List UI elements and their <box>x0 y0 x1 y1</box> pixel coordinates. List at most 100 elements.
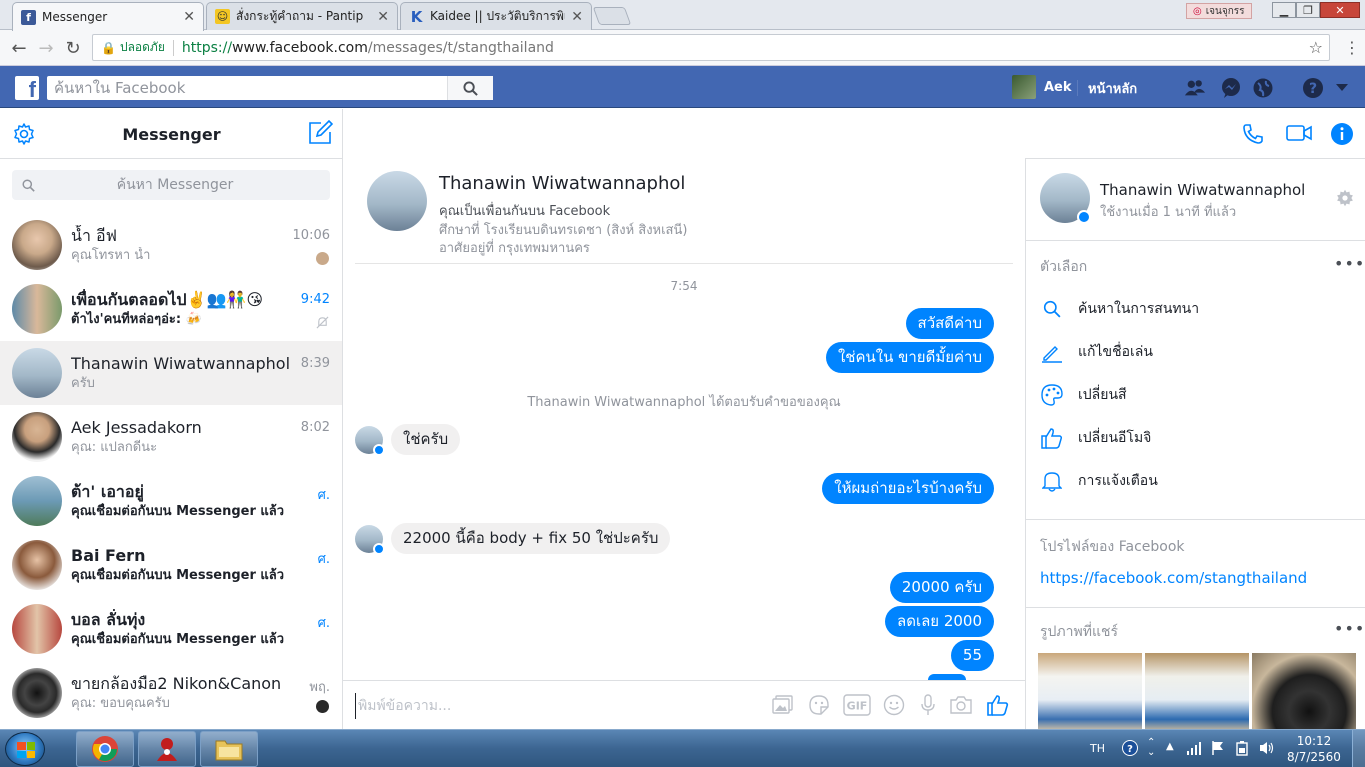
message-input[interactable] <box>355 693 755 719</box>
settings-gear-icon[interactable] <box>1336 189 1354 211</box>
reload-button[interactable]: ↻ <box>62 37 84 59</box>
battery-icon[interactable] <box>1235 740 1249 760</box>
shared-photo[interactable] <box>1145 653 1249 729</box>
conversation-item[interactable]: ขายกล้องมือ2 Nikon&Canon คุณ: ขอบคุณครับ … <box>0 661 342 725</box>
new-tab-button[interactable] <box>592 7 632 25</box>
browser-menu-icon[interactable]: ⋮ <box>1344 38 1360 57</box>
close-icon[interactable]: ✕ <box>183 9 195 25</box>
messenger-icon[interactable] <box>1220 77 1242 99</box>
message-bubble[interactable]: 20000 ครับ <box>889 572 994 603</box>
shared-photo[interactable] <box>1038 653 1142 729</box>
option-edit-nicknames[interactable]: แก้ไขชื่อเล่น <box>1040 340 1153 364</box>
help-icon[interactable]: ? <box>1122 740 1138 760</box>
tab-kaidee[interactable]: K Kaidee || ประวัติบริการพิเศษ ✕ <box>400 2 592 30</box>
video-call-icon[interactable] <box>1285 122 1313 148</box>
network-icon[interactable] <box>1186 741 1202 759</box>
details-name[interactable]: Thanawin Wiwatwannaphol <box>1100 181 1305 199</box>
tab-pantip[interactable]: ☺ สั่งกระทู้คำถาม - Pantip ✕ <box>206 2 398 30</box>
sticker-icon[interactable] <box>807 693 831 717</box>
conversation-item[interactable]: น้ำ อีฟ คุณโทรหา น้ำ 10:06 <box>0 213 342 277</box>
option-change-emoji[interactable]: เปลี่ยนอีโมจิ <box>1040 426 1151 450</box>
minimize-button[interactable]: ▁ <box>1272 2 1296 18</box>
restore-button[interactable]: ❐ <box>1296 2 1320 18</box>
microphone-icon[interactable] <box>916 693 940 717</box>
info-icon[interactable] <box>1330 122 1354 150</box>
profile-link[interactable]: Aek <box>1012 75 1072 99</box>
clock-time: 10:12 <box>1296 734 1332 748</box>
browser-toolbar: ← → ↻ 🔒 ปลอดภัย https:// www.facebook.co… <box>0 30 1365 66</box>
conversation-item[interactable]: Thanawin Wiwatwannaphol ครับ 8:39 <box>0 341 342 405</box>
avatar <box>12 220 62 270</box>
volume-icon[interactable] <box>1259 740 1275 760</box>
clock[interactable]: 10:12 8/7/2560 <box>1284 733 1344 765</box>
messenger-search-input[interactable] <box>35 177 315 193</box>
camera-icon[interactable] <box>949 693 973 717</box>
profile-chip[interactable]: ◎ เจนจุกรร <box>1186 3 1252 19</box>
taskbar-explorer[interactable] <box>200 731 258 767</box>
shared-photo[interactable] <box>1252 653 1356 729</box>
message-timestamp: 7:54 <box>670 279 698 293</box>
gif-icon[interactable]: GIF <box>843 693 871 717</box>
tab-title: Messenger <box>42 10 108 24</box>
show-hidden-icons[interactable]: ▲ <box>1166 741 1174 752</box>
phone-icon[interactable] <box>1241 122 1265 150</box>
image-icon[interactable] <box>771 693 795 717</box>
tab-messenger[interactable]: f Messenger ✕ <box>12 2 204 31</box>
message-bubble[interactable]: ให้ผมถ่ายอะไรบ้างครับ <box>822 473 994 504</box>
globe-icon[interactable] <box>1252 77 1274 99</box>
input-options-icon[interactable]: ⌃ ⌄ <box>1147 738 1155 758</box>
message-bubble[interactable]: ใช่ครับ <box>391 424 461 455</box>
divider <box>172 39 174 56</box>
message-bubble[interactable]: 22000 นี้คือ body + fix 50 ใช่ปะครับ <box>391 523 671 554</box>
message-bubble[interactable]: ลดเลย 2000 <box>885 606 994 637</box>
divider <box>1026 519 1365 520</box>
avatar <box>1012 75 1036 99</box>
home-link[interactable]: หน้าหลัก <box>1088 78 1137 99</box>
message-bubble[interactable]: สวัสดีค่าบ <box>905 308 994 339</box>
message-bubble[interactable]: 55 <box>950 640 994 671</box>
message-bubble[interactable]: ใช่คนใน ขายดีมั้ยค่าบ <box>825 342 994 373</box>
help-icon[interactable]: ? <box>1302 77 1324 99</box>
account-menu-icon[interactable] <box>1334 77 1350 99</box>
language-indicator[interactable]: TH <box>1090 742 1105 755</box>
friend-requests-icon[interactable] <box>1184 77 1206 99</box>
option-notifications[interactable]: การแจ้งเตือน <box>1040 469 1158 493</box>
address-bar[interactable]: 🔒 ปลอดภัย https:// www.facebook.com /mes… <box>92 34 1330 61</box>
window-close-button[interactable]: ✕ <box>1320 2 1360 18</box>
conversation-item[interactable]: Aek Jessadakorn คุณ: แปลกดีนะ 8:02 <box>0 405 342 469</box>
more-options-icon[interactable]: ••• <box>1334 619 1365 638</box>
option-change-color[interactable]: เปลี่ยนสี <box>1040 383 1127 407</box>
conversation-item[interactable]: ต้า' เอาอยู่ คุณเชื่อมต่อกันบน Messenger … <box>0 469 342 533</box>
conversation-name: เพื่อนกันตลอดไป✌️👥👫😘 <box>71 290 264 309</box>
close-icon[interactable]: ✕ <box>377 9 389 25</box>
seen-avatar <box>316 252 329 265</box>
facebook-profile-link[interactable]: https://facebook.com/stangthailand <box>1040 569 1307 587</box>
back-button[interactable]: ← <box>8 37 30 59</box>
start-button[interactable] <box>5 732 45 766</box>
sender-avatar <box>355 426 385 456</box>
conversation-item[interactable]: บอล ลั่นทุ่ง คุณเชื่อมต่อกันบน Messenger … <box>0 597 342 661</box>
conversation-item[interactable]: Bai Fern คุณเชื่อมต่อกันบน Messenger แล้ว… <box>0 533 342 597</box>
more-options-icon[interactable]: ••• <box>1334 254 1365 273</box>
close-icon[interactable]: ✕ <box>571 9 583 25</box>
taskbar-chrome[interactable] <box>76 731 134 767</box>
flag-icon[interactable] <box>1211 740 1225 760</box>
folder-icon <box>215 740 243 761</box>
search-button[interactable] <box>447 76 493 100</box>
taskbar-app[interactable] <box>138 731 196 767</box>
conversation-snippet: คุณเชื่อมต่อกันบน Messenger แล้ว <box>71 504 285 519</box>
conversation-item[interactable]: เพื่อนกันตลอดไป✌️👥👫😘 ต้าไง'คนที่หล่อๆอ่ะ:… <box>0 277 342 341</box>
bookmark-star-icon[interactable]: ☆ <box>1309 38 1323 57</box>
forward-button[interactable]: → <box>35 37 57 59</box>
facebook-header: f Aek หน้าหลัก ? <box>0 66 1365 108</box>
option-search-in-conversation[interactable]: ค้นหาในการสนทนา <box>1040 297 1199 321</box>
thumbs-up-send-icon[interactable] <box>986 693 1010 717</box>
avatar[interactable] <box>367 171 427 231</box>
emoji-icon[interactable] <box>882 693 906 717</box>
facebook-logo[interactable]: f <box>15 76 39 100</box>
facebook-search-input[interactable] <box>47 77 447 99</box>
compose-icon[interactable] <box>307 119 334 150</box>
show-desktop-button[interactable] <box>1352 730 1365 767</box>
profile-name[interactable]: Thanawin Wiwatwannaphol <box>439 173 685 194</box>
avatar[interactable] <box>1040 173 1091 224</box>
